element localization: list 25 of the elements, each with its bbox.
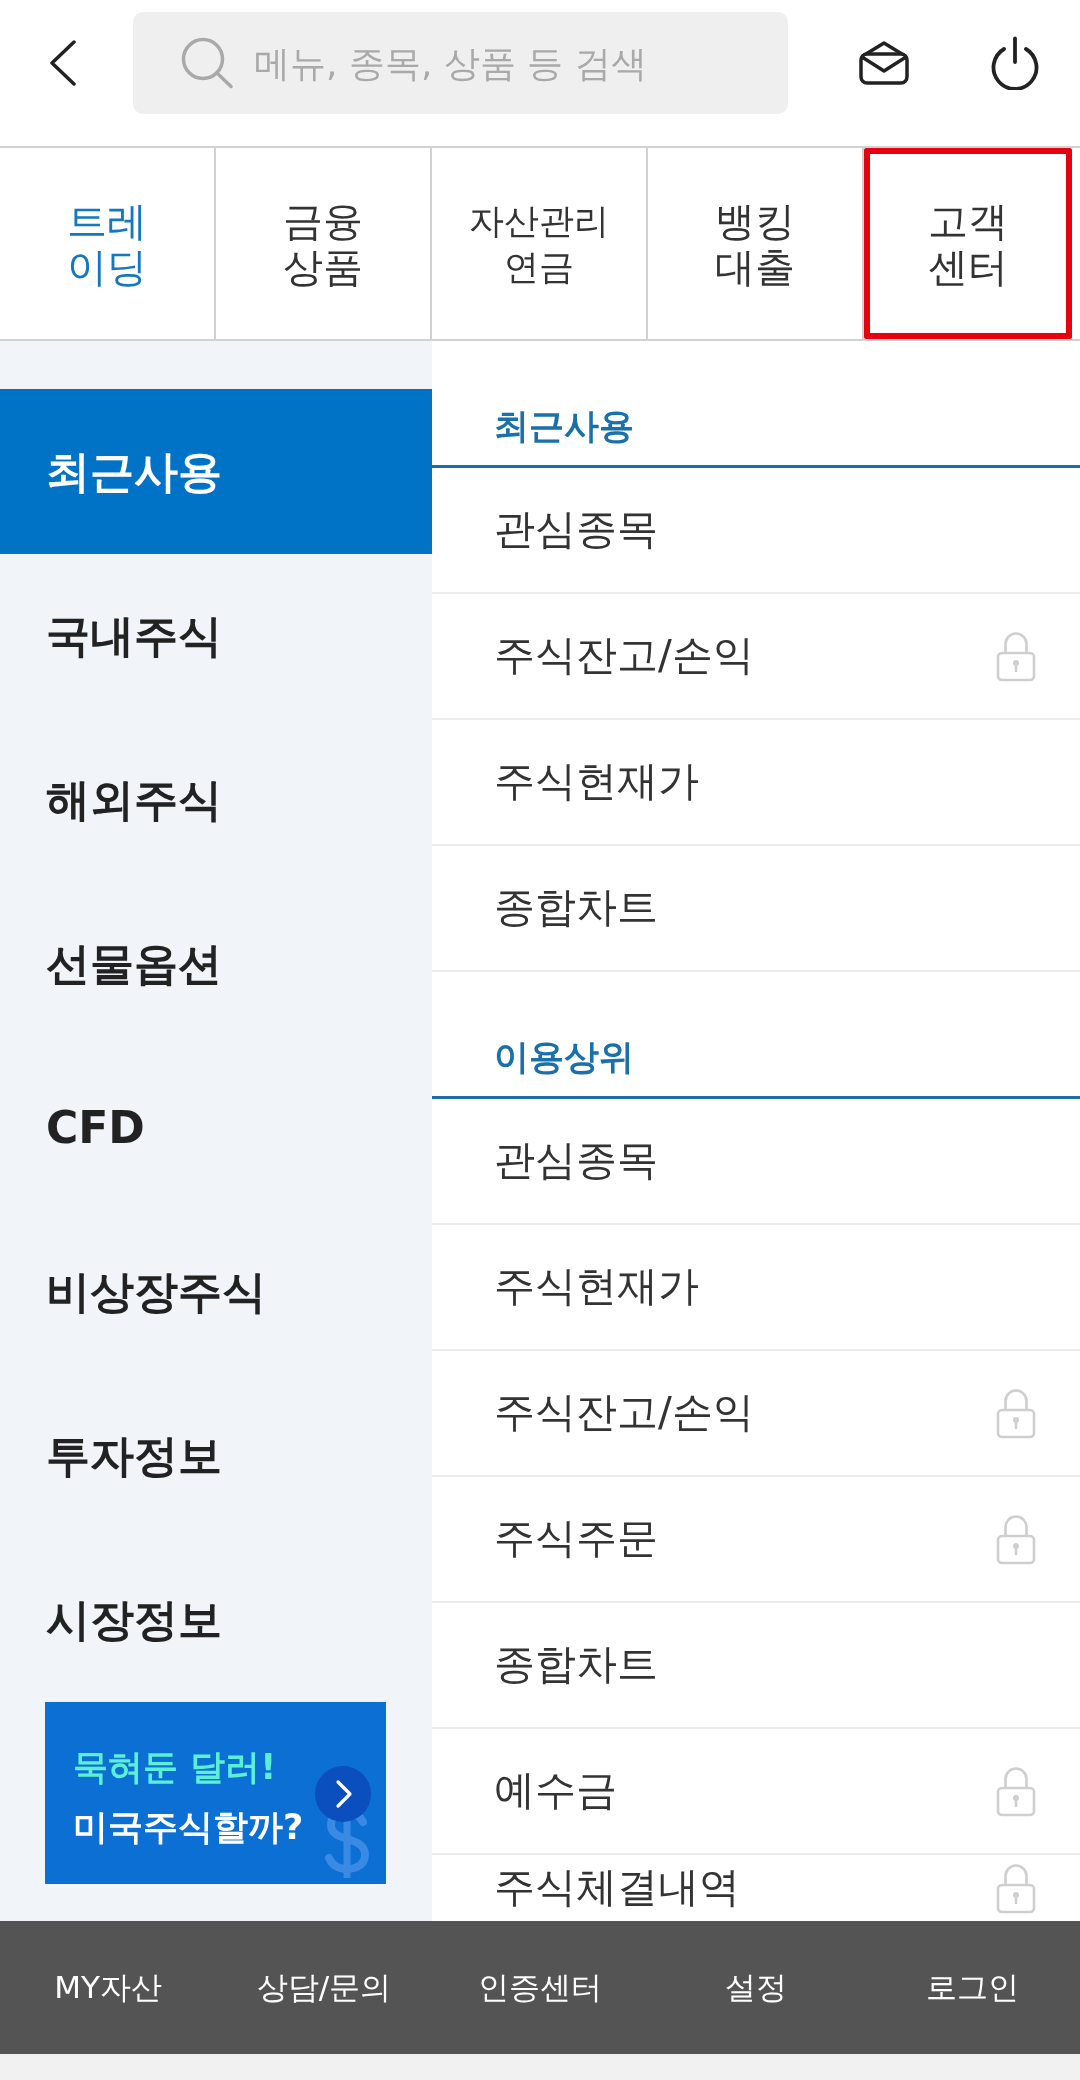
sidebar-item[interactable]: 해외주식 [0,718,432,882]
envelope-icon [858,40,910,86]
bottom-menu-item[interactable]: 로그인 [919,1964,1025,2011]
sidebar-item[interactable]: 최근사용 [0,389,432,554]
banner-headline: 묵혀둔 달러! [73,1746,277,1789]
bottom-menu-item[interactable]: 상담/문의 [250,1964,398,2011]
bottom-menu-item[interactable]: MY자산 [48,1964,168,2011]
sidebar-item[interactable]: CFD [0,1046,432,1210]
promo-banner[interactable]: 묵혀둔 달러! 미국주식할까? [45,1702,386,1884]
section-title: 최근사용 [494,405,634,449]
section-title: 이용상위 [494,1036,634,1080]
bottom-menu-item[interactable]: 인증센터 [472,1964,608,2011]
chevron-left-icon [49,40,77,86]
chevron-circle-icon [315,1766,371,1822]
sidebar-item[interactable]: 선물옵션 [0,882,432,1046]
banner-subline: 미국주식할까? [73,1806,304,1849]
sidebar-item[interactable]: 시장정보 [0,1538,432,1702]
sidebar-item[interactable]: 국내주식 [0,554,432,718]
category-tab[interactable]: 고객 센터 [864,148,1072,339]
bottom-menu-item[interactable]: 설정 [719,1964,793,2011]
sidebar-item[interactable]: 투자정보 [0,1374,432,1538]
search-icon [181,37,234,89]
sidebar-item[interactable]: 비상장주식 [0,1210,432,1374]
search-field[interactable]: 메뉴, 종목, 상품 등 검색 [133,12,788,114]
power-icon [990,36,1040,90]
